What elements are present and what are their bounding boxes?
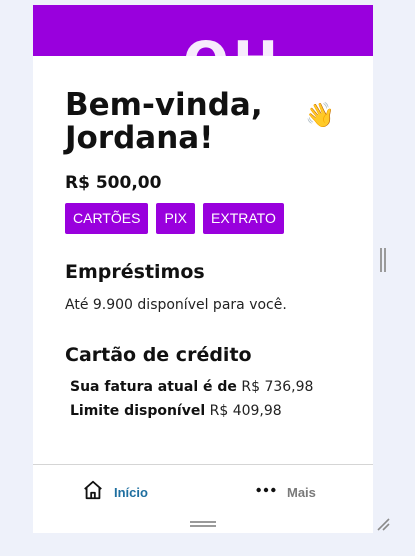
loans-title: Empréstimos [65,261,205,283]
greeting-title: Bem-vinda, Jordana! [65,87,263,156]
credit-card-title: Cartão de crédito [65,344,252,366]
pix-button[interactable]: PIX [156,203,196,234]
invoice-label: Sua fatura atual é de [70,379,237,395]
waving-hand-icon: 👋 [305,101,335,129]
vertical-resize-handle[interactable] [380,248,386,272]
current-invoice: Sua fatura atual é de R$ 736,98 [70,379,313,395]
available-limit: Limite disponível R$ 409,98 [70,403,282,419]
nav-home-label: Início [114,484,148,500]
quick-actions: CARTÕES PIX EXTRATO [65,203,284,234]
nav-more-label: Mais [287,484,316,500]
loans-description: Até 9.900 disponível para você. [65,297,287,313]
resize-grip-icon[interactable] [376,516,390,531]
app-frame: OH Bem-vinda, Jordana! 👋 R$ 500,00 CARTÕ… [33,5,373,533]
cards-button[interactable]: CARTÕES [65,203,149,234]
home-icon [82,479,104,505]
more-dots-icon [255,479,277,505]
invoice-value: R$ 736,98 [241,379,314,395]
horizontal-resize-handle[interactable] [190,521,216,527]
limit-label: Limite disponível [70,403,206,419]
nav-home[interactable]: Início [82,479,148,505]
banner-text: OH [183,35,282,57]
statement-button[interactable]: EXTRATO [203,203,284,234]
nav-more[interactable]: Mais [255,479,316,505]
limit-value: R$ 409,98 [209,403,282,419]
account-balance: R$ 500,00 [65,173,162,193]
bottom-navigation: Início Mais [33,464,373,516]
top-banner: OH [33,5,373,56]
